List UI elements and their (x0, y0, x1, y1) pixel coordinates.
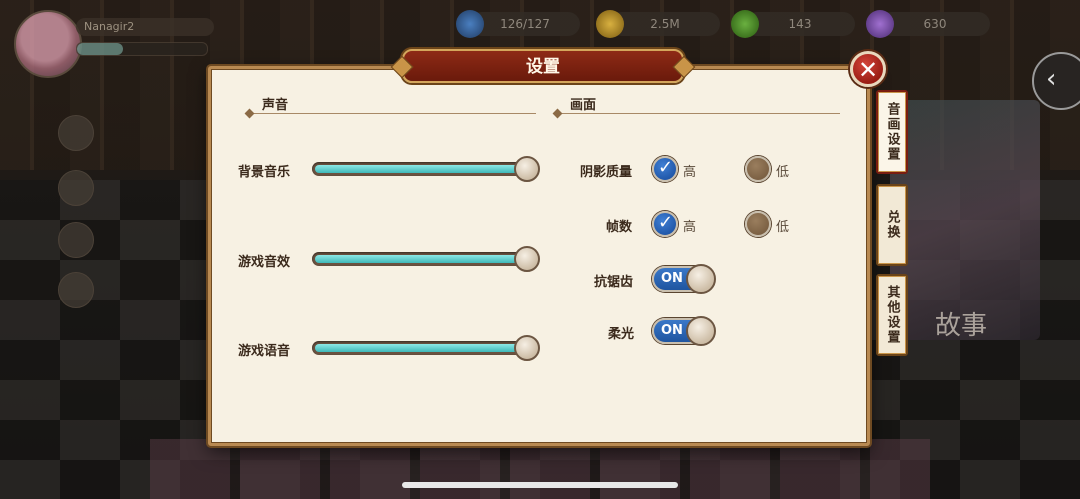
bottom-character-bar (150, 439, 930, 499)
toggle-knob (686, 264, 716, 294)
stamina-icon (456, 10, 484, 38)
story-label: 故事 (935, 311, 988, 341)
fps-high-radio[interactable]: ✓ (652, 211, 678, 237)
home-indicator[interactable] (402, 482, 678, 488)
tab-audio-video-settings[interactable]: 音画设置 (876, 90, 908, 174)
story-artwork (890, 100, 1040, 340)
toggle-knob (686, 316, 716, 346)
bgm-slider[interactable] (312, 156, 540, 182)
sfx-slider-handle[interactable] (514, 246, 540, 272)
bloom-toggle-state: ON (661, 323, 683, 338)
fps-low-label: 低 (776, 220, 790, 235)
section-sound-divider (250, 113, 536, 114)
bgm-slider-handle[interactable] (514, 156, 540, 182)
player-level-bar (76, 42, 208, 56)
green-crystal-icon (731, 10, 759, 38)
sfx-slider[interactable] (312, 246, 540, 272)
close-button[interactable]: ✕ (850, 51, 886, 87)
resource-crystal-green: 143 (731, 10, 855, 38)
shadow-high-radio[interactable]: ✓ (652, 156, 678, 182)
bloom-label: 柔光 (608, 327, 635, 342)
voice-slider[interactable] (312, 335, 540, 361)
voice-label: 游戏语音 (238, 344, 291, 359)
friends-icon (58, 272, 94, 308)
shadow-quality-label: 阴影质量 (580, 165, 633, 180)
section-sound-header: 声音 (262, 98, 289, 113)
fps-label: 帧数 (606, 220, 633, 235)
section-graphics-divider (558, 113, 840, 114)
tab-other-settings[interactable]: 其他设置 (876, 274, 908, 356)
shadow-low-radio[interactable] (745, 156, 771, 182)
player-name: Nanagir2 (76, 18, 214, 36)
gold-coin-icon (596, 10, 624, 38)
tab-redeem[interactable]: 兑换 (876, 184, 908, 266)
bloom-toggle[interactable]: ON (652, 316, 716, 346)
antialias-label: 抗锯齿 (594, 275, 634, 290)
resource-gold: 2.5M (596, 10, 720, 38)
sfx-label: 游戏音效 (238, 255, 291, 270)
bgm-label: 背景音乐 (238, 165, 291, 180)
checkmark-icon: ✓ (658, 157, 674, 178)
antialias-toggle-state: ON (661, 271, 683, 286)
dialog-title: 设置 (402, 49, 684, 83)
shadow-low-label: 低 (776, 165, 790, 180)
resource-stamina: 126/127 (456, 10, 580, 38)
fps-high-label: 高 (683, 220, 697, 235)
close-icon: ✕ (857, 56, 879, 84)
player-avatar (14, 10, 82, 78)
purple-crystal-icon (866, 10, 894, 38)
antialias-toggle[interactable]: ON (652, 264, 716, 294)
menu-icon-1 (58, 115, 94, 151)
resource-crystal-purple: 630 (866, 10, 990, 38)
mail-icon (58, 170, 94, 206)
checkmark-icon: ✓ (658, 212, 674, 233)
announce-icon (58, 222, 94, 258)
fps-low-radio[interactable] (745, 211, 771, 237)
section-graphics-header: 画面 (570, 98, 597, 113)
voice-slider-handle[interactable] (514, 335, 540, 361)
shadow-high-label: 高 (683, 165, 697, 180)
